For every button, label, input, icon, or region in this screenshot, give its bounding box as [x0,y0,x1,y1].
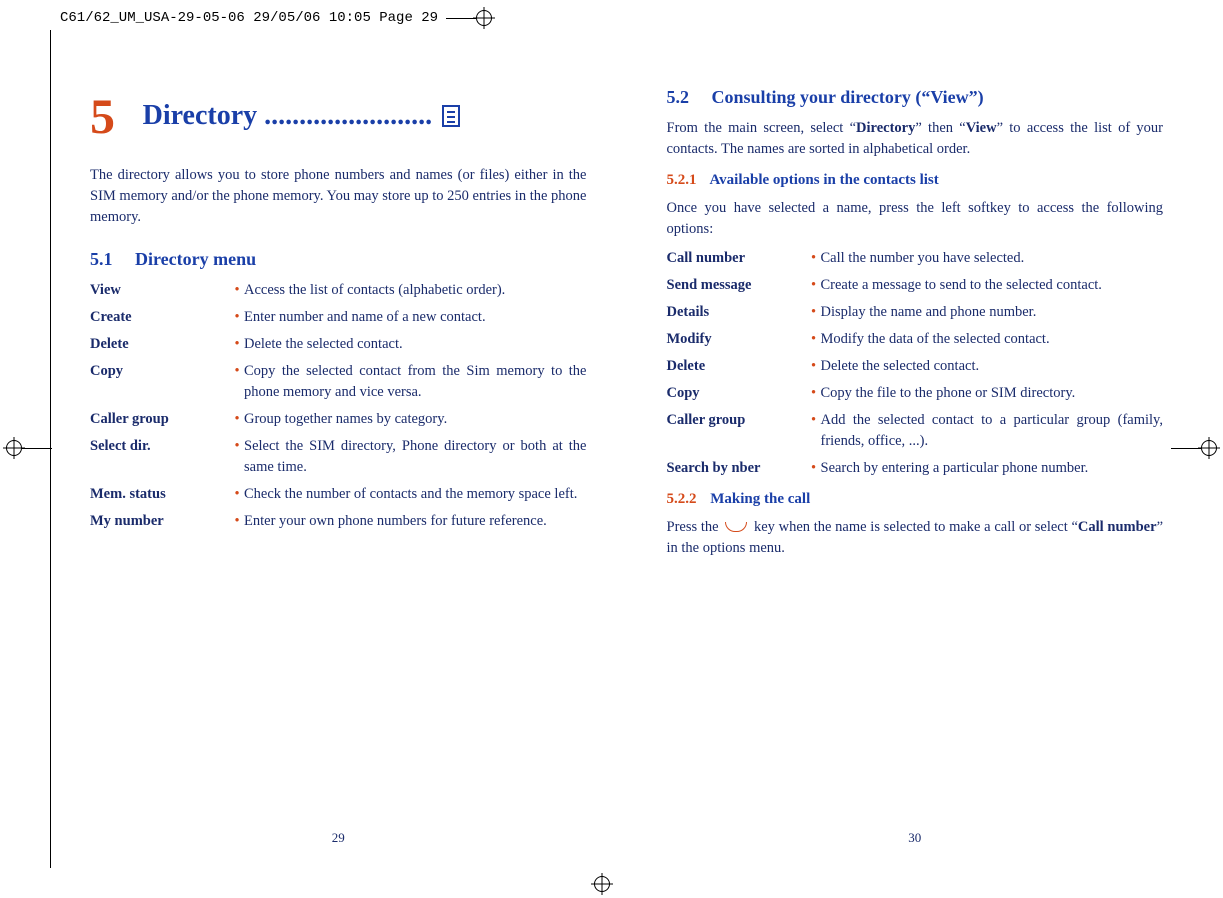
text: ” then “ [915,120,965,136]
bullet-icon: • [230,409,244,430]
chapter-header: 5 Directory ........................ [90,80,587,153]
bullet-icon: • [807,329,821,350]
crosshair-icon [1201,440,1217,456]
list-term: Details [667,302,807,323]
printer-slug: C61/62_UM_USA-29-05-06 29/05/06 10:05 Pa… [60,10,492,26]
making-call-text: Press the key when the name is selected … [667,517,1164,559]
list-definition: Add the selected contact to a particular… [821,410,1164,452]
text: key when the name is selected to make a … [750,519,1078,535]
registration-mark-top [446,10,492,26]
registration-mark-bottom [594,876,610,892]
crosshair-icon [594,876,610,892]
regmark-line [22,448,52,449]
list-definition: Check the number of contacts and the mem… [244,484,587,505]
section-title: Consulting your directory (“View”) [712,87,984,107]
bullet-icon: • [230,334,244,355]
crosshair-icon [476,10,492,26]
list-term: Send message [667,275,807,296]
bullet-icon: • [230,361,244,382]
page-number-right: 30 [908,829,921,848]
page-number-left: 29 [332,829,345,848]
list-term: Delete [90,334,230,355]
bullet-icon: • [230,436,244,457]
subsection-number: 5.2.1 [667,172,697,188]
bullet-icon: • [807,383,821,404]
list-term: Create [90,307,230,328]
subsection-title: Making the call [710,491,810,507]
bullet-icon: • [807,458,821,479]
regmark-line [446,18,476,19]
list-term: Select dir. [90,436,230,457]
chapter-title: Directory ........................ [143,96,433,137]
contact-options-list: Call number•Call the number you have sel… [667,248,1164,479]
list-definition: Modify the data of the selected contact. [821,329,1164,350]
bullet-icon: • [807,302,821,323]
list-term: Delete [667,356,807,377]
list-term: Call number [667,248,807,269]
bullet-icon: • [230,511,244,532]
list-definition: Access the list of contacts (alphabetic … [244,280,587,301]
directory-menu-list: View•Access the list of contacts (alphab… [90,280,587,532]
bullet-icon: • [230,484,244,505]
list-definition: Call the number you have selected. [821,248,1164,269]
list-term: Caller group [667,410,807,431]
list-term: My number [90,511,230,532]
bullet-icon: • [807,410,821,431]
call-key-icon [725,522,747,532]
list-term: Caller group [90,409,230,430]
list-definition: Display the name and phone number. [821,302,1164,323]
bold-view: View [966,120,997,136]
slug-text: C61/62_UM_USA-29-05-06 29/05/06 10:05 Pa… [60,10,438,26]
list-term: Copy [90,361,230,382]
chapter-title-text: Directory [143,100,265,131]
list-definition: Enter number and name of a new contact. [244,307,587,328]
section-number: 5.2 [667,87,690,107]
chapter-number: 5 [90,80,115,153]
list-definition: Search by entering a particular phone nu… [821,458,1164,479]
section-5-2-heading: 5.2 Consulting your directory (“View”) [667,84,1164,110]
list-definition: Enter your own phone numbers for future … [244,511,587,532]
section-number: 5.1 [90,249,113,269]
text: Press the [667,519,723,535]
text: From the main screen, select “ [667,120,857,136]
list-definition: Delete the selected contact. [821,356,1164,377]
subsection-5-2-1-intro: Once you have selected a name, press the… [667,198,1164,240]
list-term: Copy [667,383,807,404]
list-definition: Select the SIM directory, Phone director… [244,436,587,478]
section-title: Directory menu [135,249,256,269]
subsection-5-2-2-heading: 5.2.2 Making the call [667,489,1164,511]
page-left: 5 Directory ........................ The… [50,30,627,868]
bullet-icon: • [807,275,821,296]
list-definition: Create a message to send to the selected… [821,275,1164,296]
list-definition: Group together names by category. [244,409,587,430]
subsection-5-2-1-heading: 5.2.1 Available options in the contacts … [667,170,1164,192]
list-definition: Delete the selected contact. [244,334,587,355]
page-spread: 5 Directory ........................ The… [50,30,1203,868]
bold-directory: Directory [856,120,915,136]
crosshair-icon [6,440,22,456]
list-definition: Copy the selected contact from the Sim m… [244,361,587,403]
bullet-icon: • [807,356,821,377]
bullet-icon: • [230,307,244,328]
list-term: Mem. status [90,484,230,505]
bullet-icon: • [230,280,244,301]
registration-mark-left [6,440,52,456]
list-definition: Copy the file to the phone or SIM direct… [821,383,1164,404]
bullet-icon: • [807,248,821,269]
list-term: View [90,280,230,301]
section-5-1-heading: 5.1 Directory menu [90,246,587,272]
bold-call-number: Call number [1078,519,1157,535]
page-right: 5.2 Consulting your directory (“View”) F… [627,30,1204,868]
chapter-dots: ........................ [264,100,432,131]
subsection-title: Available options in the contacts list [709,172,938,188]
directory-icon [442,105,460,127]
section-5-2-intro: From the main screen, select “Directory”… [667,118,1164,160]
subsection-number: 5.2.2 [667,491,697,507]
chapter-intro: The directory allows you to store phone … [90,165,587,228]
list-term: Search by nber [667,458,807,479]
list-term: Modify [667,329,807,350]
